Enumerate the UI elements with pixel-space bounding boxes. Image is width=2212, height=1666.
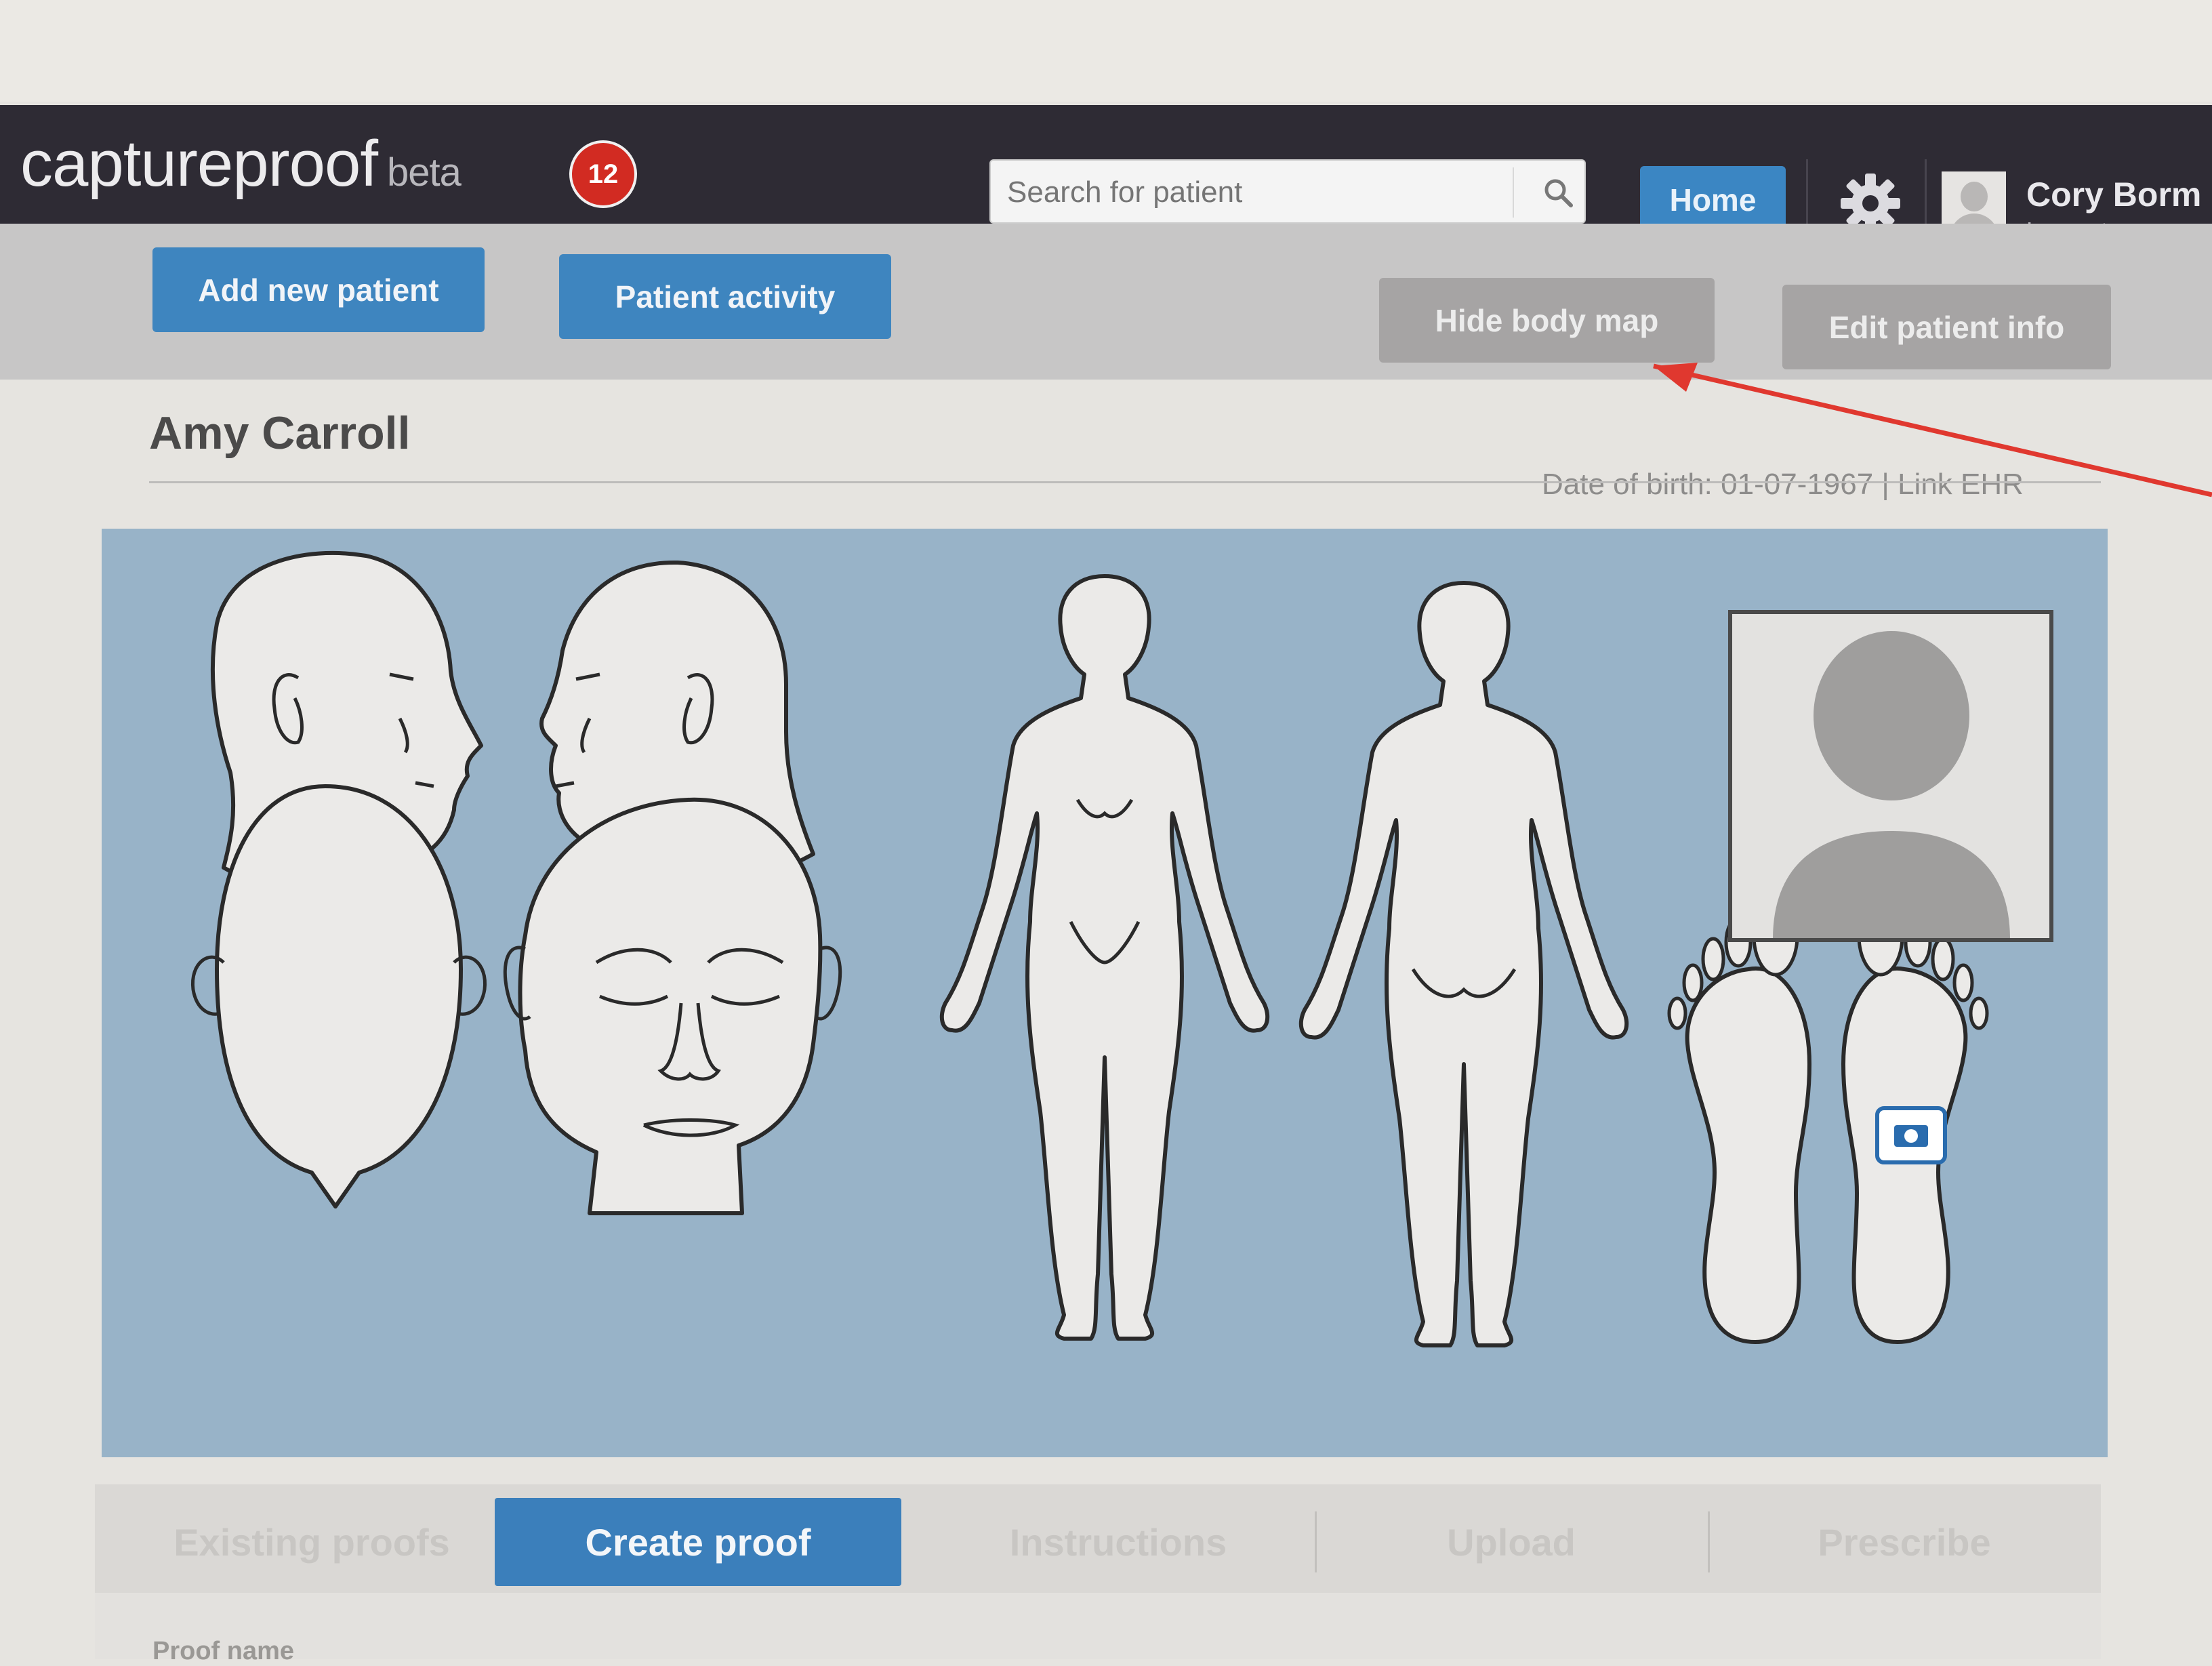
camera-marker-icon[interactable] (1875, 1106, 1947, 1164)
tab-divider (1708, 1511, 1710, 1572)
app-logo[interactable]: captureproof beta (20, 127, 462, 201)
paper-background (0, 0, 2212, 102)
proof-tabs: Existing proofs Create proof Instruction… (95, 1484, 2101, 1593)
body-front-view[interactable] (939, 574, 1270, 1341)
tab-prescribe[interactable]: Prescribe (1715, 1498, 2094, 1586)
notification-badge[interactable]: 12 (569, 140, 637, 208)
add-new-patient-button[interactable]: Add new patient (152, 247, 485, 332)
patient-search (989, 159, 1586, 224)
tab-existing-proofs[interactable]: Existing proofs (122, 1498, 501, 1586)
beta-label: beta (387, 150, 462, 195)
silhouette-icon (1773, 631, 2010, 938)
tab-divider (1315, 1511, 1317, 1572)
proof-name-label: Proof name (152, 1637, 295, 1665)
logo-text: captureproof (20, 127, 378, 200)
patient-activity-button[interactable]: Patient activity (559, 254, 891, 339)
user-name[interactable]: Cory Borm (2026, 175, 2201, 214)
search-input[interactable] (1006, 173, 1483, 212)
head-back-view[interactable] (215, 784, 463, 1208)
tab-upload[interactable]: Upload (1322, 1498, 1701, 1586)
avatar-head (1961, 182, 1988, 211)
search-icon[interactable] (1541, 176, 1575, 209)
patient-photo-placeholder[interactable] (1728, 610, 2053, 942)
foot-sole-left[interactable] (1685, 966, 1811, 1344)
search-divider (1513, 167, 1514, 218)
head-front-view[interactable] (518, 797, 823, 1215)
body-back-view[interactable] (1298, 581, 1629, 1347)
body-map (102, 529, 2108, 1457)
tab-instructions[interactable]: Instructions (928, 1498, 1308, 1586)
tab-content-area (95, 1593, 2101, 1659)
annotation-arrow (1653, 363, 2212, 497)
patient-name: Amy Carroll (149, 407, 411, 459)
tab-create-proof[interactable]: Create proof (495, 1498, 901, 1586)
top-navbar: captureproofbeta 12 Home Cory Borm Log (0, 105, 2212, 245)
